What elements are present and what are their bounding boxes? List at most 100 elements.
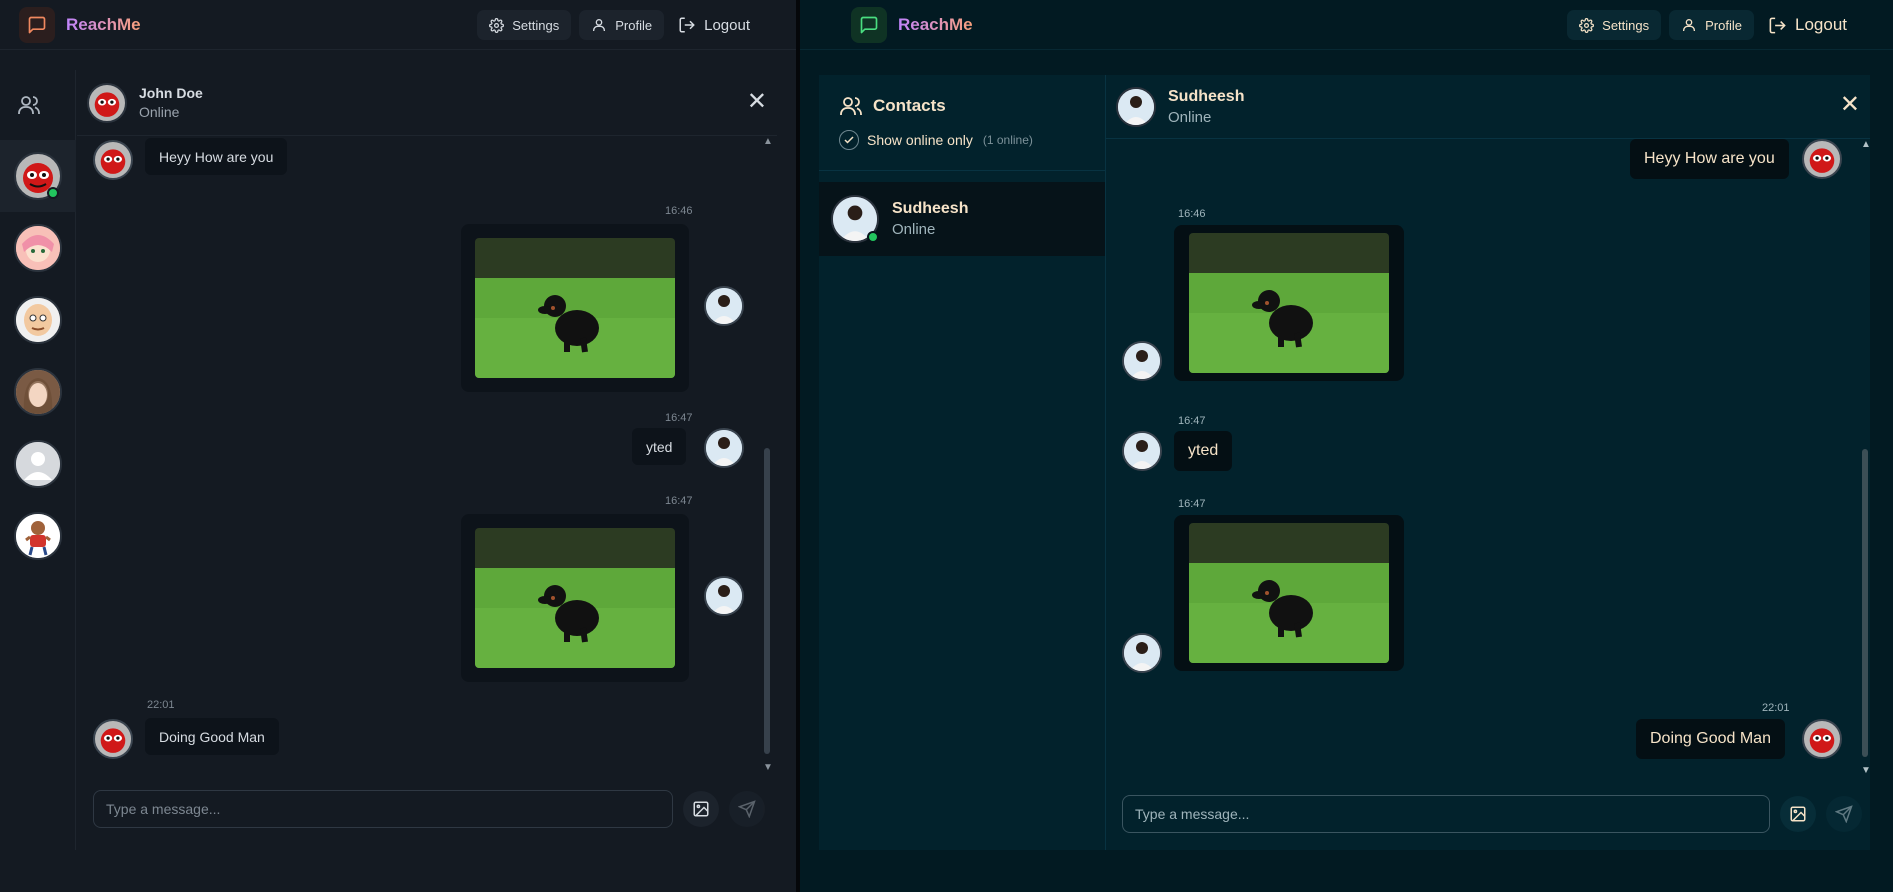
chat-header: Sudheesh Online ✕ [1106, 75, 1870, 139]
chat-contact-avatar[interactable] [1116, 86, 1156, 127]
chat-contact-status: Online [139, 104, 180, 120]
message-timestamp: 16:47 [1178, 498, 1206, 510]
sidebar-contact-avatar[interactable] [0, 284, 76, 356]
users-icon [840, 97, 862, 115]
message-bubble: yted [1174, 431, 1233, 471]
message-input[interactable] [93, 790, 673, 828]
image-message[interactable] [461, 514, 689, 682]
user-icon [593, 19, 606, 31]
sidebar-contact-avatar[interactable] [0, 212, 76, 284]
chat-contact-avatar[interactable] [87, 82, 127, 123]
logout-label: Logout [1795, 15, 1847, 34]
scrollbar-thumb[interactable] [764, 448, 770, 754]
message-avatar [93, 140, 133, 180]
contacts-header: Contacts [839, 94, 946, 118]
chat-panel: John Doe Online ✕ Heyy How are you 16:46 [77, 70, 777, 850]
message-avatar [1122, 341, 1162, 381]
image-upload-button[interactable] [683, 791, 719, 827]
image-message[interactable] [1174, 225, 1404, 381]
message-composer [1106, 795, 1870, 833]
user-icon [1683, 19, 1696, 31]
image-message[interactable] [461, 224, 689, 392]
chat-contact-name: Sudheesh [1168, 87, 1245, 105]
dog-photo [1189, 233, 1389, 373]
chat-contact-name: John Doe [139, 85, 203, 101]
close-icon[interactable]: ✕ [747, 90, 767, 114]
divider [819, 170, 1105, 171]
nav-actions: Settings Profile Logout [477, 0, 756, 50]
send-icon [738, 800, 756, 818]
logout-icon [679, 17, 695, 33]
message-timestamp: 22:01 [147, 699, 175, 711]
message-avatar [704, 286, 744, 326]
logout-button[interactable]: Logout [1762, 10, 1853, 40]
app-name[interactable]: ReachMe [66, 15, 141, 35]
message-bubble: Doing Good Man [1636, 719, 1785, 759]
send-button[interactable] [729, 791, 765, 827]
sidebar-contact-avatar[interactable] [0, 500, 76, 572]
dog-photo [475, 528, 675, 668]
chat-contact-status: Online [1168, 108, 1212, 126]
chat-header: John Doe Online ✕ [77, 70, 777, 136]
message-logo-icon [851, 6, 887, 43]
gear-icon [489, 17, 505, 33]
contacts-title: Contacts [873, 96, 946, 115]
left-navbar: ReachMe Settings Profile Logout [0, 0, 796, 50]
settings-button[interactable]: Settings [1567, 10, 1662, 40]
scroll-down-icon[interactable]: ▼ [1861, 765, 1870, 776]
app-name[interactable]: ReachMe [898, 15, 973, 35]
dog-photo [475, 238, 675, 378]
profile-label: Profile [1705, 17, 1742, 33]
close-icon[interactable]: ✕ [1840, 93, 1860, 117]
message-timestamp: 22:01 [1762, 702, 1790, 714]
gear-icon [1579, 17, 1595, 33]
message-bubble: Heyy How are you [1630, 139, 1789, 179]
message-timestamp: 16:47 [665, 495, 693, 507]
contacts-panel: Contacts Show online only (1 online) Sud… [819, 75, 1106, 850]
online-only-toggle[interactable]: Show online only (1 online) [839, 130, 1033, 150]
message-bubble: Heyy How are you [145, 138, 288, 175]
profile-button[interactable]: Profile [1669, 10, 1754, 40]
sidebar-contact-avatar[interactable] [0, 140, 76, 212]
message-input[interactable] [1122, 795, 1770, 833]
logout-icon [1769, 17, 1786, 33]
image-message[interactable] [1174, 515, 1404, 671]
online-count: (1 online) [982, 133, 1033, 147]
sidebar-contact-avatar[interactable] [0, 356, 76, 428]
contact-status: Online [892, 221, 936, 238]
contact-name: Sudheesh [892, 200, 969, 217]
checkbox-checked-icon[interactable] [839, 130, 859, 150]
contacts-sidebar [0, 70, 76, 850]
contact-list-item[interactable]: Sudheesh Online [819, 182, 1105, 256]
scrollbar-thumb[interactable] [1862, 449, 1868, 757]
settings-button[interactable]: Settings [477, 10, 572, 40]
image-icon [1790, 806, 1806, 822]
message-avatar [704, 576, 744, 616]
avatar [14, 368, 62, 416]
message-avatar [1122, 431, 1162, 471]
dog-photo [1189, 523, 1389, 663]
send-icon [1835, 805, 1853, 823]
left-app-window: ReachMe Settings Profile Logout John Doe… [0, 0, 796, 892]
message-avatar [1802, 139, 1842, 179]
logout-button[interactable]: Logout [672, 10, 756, 40]
message-composer [77, 790, 777, 828]
right-navbar: ReachMe Settings Profile Logout [800, 0, 1893, 50]
settings-label: Settings [512, 17, 560, 33]
image-icon [693, 801, 709, 817]
sidebar-contact-avatar[interactable] [0, 428, 76, 500]
online-indicator [867, 231, 879, 243]
users-icon[interactable] [0, 70, 75, 140]
profile-button[interactable]: Profile [579, 10, 665, 40]
online-indicator [47, 187, 59, 199]
scroll-down-icon[interactable]: ▼ [763, 762, 773, 773]
message-list[interactable]: Heyy How are you 16:46 16:47 yted 16:47 [1106, 139, 1870, 779]
message-timestamp: 16:46 [1178, 208, 1206, 220]
message-timestamp: 16:47 [665, 412, 693, 424]
message-list[interactable]: Heyy How are you 16:46 16:47 yted 16:47 [77, 136, 777, 776]
scroll-up-icon[interactable]: ▲ [1861, 139, 1870, 150]
message-avatar [1122, 633, 1162, 673]
scroll-up-icon[interactable]: ▲ [763, 136, 773, 147]
image-upload-button[interactable] [1780, 796, 1816, 832]
send-button[interactable] [1826, 796, 1862, 832]
